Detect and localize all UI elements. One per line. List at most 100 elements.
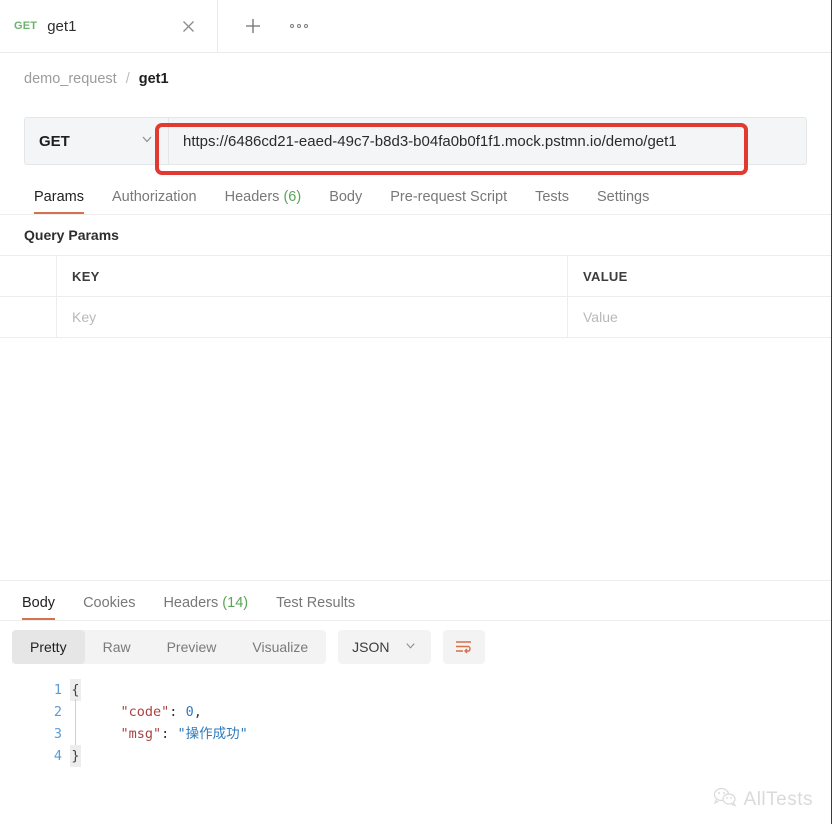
code-line-3: "msg": "操作成功" <box>88 723 248 745</box>
tab-authorization[interactable]: Authorization <box>98 189 211 214</box>
response-format-bar: Pretty Raw Preview Visualize JSON <box>0 621 831 673</box>
tab-headers-count: (6) <box>283 189 302 205</box>
tab-title-label: get1 <box>47 17 77 35</box>
tab-body[interactable]: Body <box>315 189 376 214</box>
response-tab-body[interactable]: Body <box>8 595 69 620</box>
json-colon: : <box>169 704 178 720</box>
response-section-tabs: Body Cookies Headers (14) Test Results <box>0 581 831 621</box>
header-value-cell: VALUE <box>568 256 831 296</box>
fold-guide-line <box>75 699 76 747</box>
http-method-label: GET <box>39 132 70 150</box>
watermark: AllTests <box>713 787 813 812</box>
json-comma: , <box>193 704 202 720</box>
tab-headers-label: Headers <box>224 189 280 205</box>
view-visualize-label: Visualize <box>252 639 309 655</box>
response-tab-headers-count: (14) <box>222 595 249 611</box>
tab-body-label: Body <box>329 189 363 205</box>
ellipsis-dot <box>304 24 308 28</box>
plus-icon[interactable] <box>240 13 266 39</box>
view-raw-label: Raw <box>102 639 131 655</box>
code-fold-gutter[interactable]: { } <box>62 679 88 767</box>
column-header-value: VALUE <box>583 268 628 284</box>
response-view-segmented-control: Pretty Raw Preview Visualize <box>12 630 327 664</box>
chevron-down-icon <box>140 132 154 151</box>
word-wrap-icon[interactable] <box>442 630 485 664</box>
response-language-select[interactable]: JSON <box>338 630 431 664</box>
breadcrumb: demo_request / get1 <box>0 53 831 105</box>
tab-headers[interactable]: Headers (6) <box>211 189 316 214</box>
tab-settings-label: Settings <box>596 189 650 205</box>
response-tab-cookies[interactable]: Cookies <box>69 595 149 620</box>
header-key-cell: KEY <box>57 256 568 296</box>
request-tab-get1[interactable]: GET get1 <box>0 0 218 52</box>
query-params-table: KEY VALUE Key Value <box>0 255 831 338</box>
line-number: 3 <box>53 726 62 742</box>
request-body-empty-area <box>0 338 831 580</box>
json-value-msg: "操作成功" <box>177 726 248 742</box>
row-checkbox-cell[interactable] <box>0 297 57 337</box>
column-header-key: KEY <box>72 268 100 284</box>
row-key-cell[interactable]: Key <box>57 297 568 337</box>
value-input[interactable]: Value <box>583 309 618 325</box>
response-body-code[interactable]: 1 2 3 4 { } "code": 0, "msg": "操作成功" <box>0 673 831 767</box>
breadcrumb-collection[interactable]: demo_request <box>24 71 117 87</box>
chevron-down-icon <box>404 639 417 655</box>
view-visualize-button[interactable]: Visualize <box>234 630 326 664</box>
response-language-label: JSON <box>352 639 390 655</box>
close-icon[interactable] <box>177 15 199 37</box>
wechat-logo-icon <box>713 787 737 812</box>
response-tab-cookies-label: Cookies <box>83 595 136 611</box>
table-header-row: KEY VALUE <box>0 256 831 297</box>
response-tab-body-label: Body <box>22 595 56 611</box>
ellipsis-dot <box>297 24 301 28</box>
line-number: 4 <box>53 748 62 764</box>
tab-method-label: GET <box>14 20 38 32</box>
tab-tests[interactable]: Tests <box>521 189 583 214</box>
key-input[interactable]: Key <box>72 309 96 325</box>
fold-brace-close[interactable]: } <box>70 745 81 767</box>
breadcrumb-request[interactable]: get1 <box>139 71 169 87</box>
table-row[interactable]: Key Value <box>0 297 831 338</box>
tab-strip-actions <box>218 0 831 52</box>
view-raw-button[interactable]: Raw <box>85 630 149 664</box>
response-tab-headers[interactable]: Headers (14) <box>149 595 262 620</box>
response-tab-headers-label: Headers <box>163 595 219 611</box>
tab-params-label: Params <box>34 189 84 205</box>
header-checkbox-cell <box>0 256 57 296</box>
tab-pre-request-script-label: Pre-request Script <box>390 189 508 205</box>
tab-tests-label: Tests <box>535 189 569 205</box>
ellipsis-dot <box>290 24 294 28</box>
json-colon: : <box>161 726 170 742</box>
breadcrumb-separator: / <box>125 71 130 87</box>
code-line-2: "code": 0, <box>88 701 248 723</box>
line-number: 1 <box>53 682 62 698</box>
url-bar-container: GET https://6486cd21-eaed-49c7-b8d3-b04f… <box>0 105 831 177</box>
request-section-tabs: Params Authorization Headers (6) Body Pr… <box>0 177 831 215</box>
json-value-code: 0 <box>185 704 194 720</box>
fold-brace-open[interactable]: { <box>70 679 81 701</box>
row-value-cell[interactable]: Value <box>568 297 831 337</box>
watermark-text: AllTests <box>743 788 813 810</box>
line-number: 2 <box>53 704 62 720</box>
tab-authorization-label: Authorization <box>111 189 197 205</box>
postman-window: GET get1 demo_request / get1 GET https:/… <box>0 0 832 824</box>
http-method-select[interactable]: GET <box>24 117 169 165</box>
query-params-title: Query Params <box>24 227 119 243</box>
code-line-numbers: 1 2 3 4 <box>30 679 62 767</box>
code-content: "code": 0, "msg": "操作成功" <box>88 679 248 767</box>
tab-params[interactable]: Params <box>20 189 98 214</box>
response-tab-test-results-label: Test Results <box>276 595 356 611</box>
url-bar: GET https://6486cd21-eaed-49c7-b8d3-b04f… <box>24 117 807 165</box>
tab-settings[interactable]: Settings <box>583 189 663 214</box>
response-tab-test-results[interactable]: Test Results <box>262 595 369 620</box>
url-input[interactable]: https://6486cd21-eaed-49c7-b8d3-b04fa0b0… <box>169 117 807 165</box>
view-pretty-label: Pretty <box>30 639 67 655</box>
json-key-code: "code" <box>120 704 170 720</box>
tab-pre-request-script[interactable]: Pre-request Script <box>376 189 521 214</box>
view-preview-button[interactable]: Preview <box>149 630 235 664</box>
view-preview-label: Preview <box>166 639 217 655</box>
ellipsis-icon[interactable] <box>288 18 310 34</box>
view-pretty-button[interactable]: Pretty <box>12 630 85 664</box>
